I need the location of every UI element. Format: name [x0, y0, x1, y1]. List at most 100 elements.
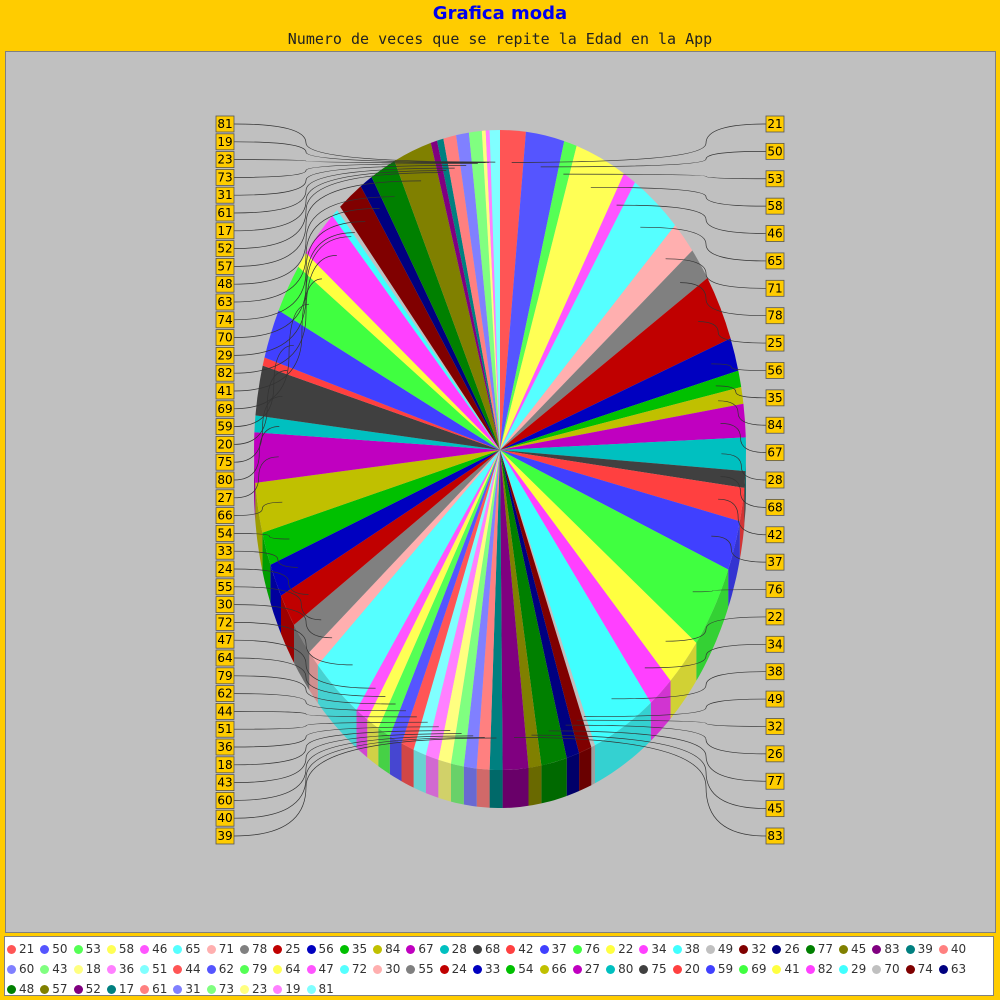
- data-label-30: 30: [217, 598, 232, 612]
- legend-swatch: [40, 965, 50, 974]
- data-label-53: 53: [767, 172, 782, 186]
- legend-item-33: 33: [472, 961, 500, 978]
- legend-swatch: [106, 985, 116, 994]
- pie-side-79: [378, 728, 390, 775]
- legend-label: 62: [218, 962, 234, 976]
- data-label-71: 71: [767, 281, 782, 295]
- legend-item-26: 26: [772, 941, 800, 958]
- legend-label: 29: [851, 962, 867, 976]
- legend-item-72: 72: [339, 961, 367, 978]
- legend-item-57: 57: [40, 981, 68, 998]
- legend-label: 21: [19, 942, 35, 956]
- legend-swatch: [239, 965, 249, 974]
- data-label-37: 37: [767, 555, 782, 569]
- pie-side-49: [591, 745, 595, 786]
- data-label-20: 20: [217, 437, 232, 451]
- legend-swatch: [306, 985, 316, 994]
- legend-item-43: 43: [40, 961, 68, 978]
- pie-side-51: [413, 749, 426, 794]
- legend-item-47: 47: [306, 961, 334, 978]
- legend-item-24: 24: [439, 961, 467, 978]
- legend-swatch: [739, 965, 749, 974]
- legend-label: 84: [385, 942, 401, 956]
- legend-item-19: 19: [273, 981, 301, 998]
- legend-item-17: 17: [106, 981, 134, 998]
- data-label-82: 82: [217, 366, 232, 380]
- data-label-33: 33: [217, 544, 232, 558]
- legend-swatch: [7, 985, 16, 994]
- legend-swatch: [140, 985, 150, 994]
- data-label-72: 72: [217, 615, 232, 629]
- legend-item-29: 29: [839, 961, 866, 978]
- legend-item-80: 80: [606, 961, 633, 978]
- legend-label: 64: [285, 962, 301, 976]
- legend-label: 20: [684, 962, 700, 976]
- legend-swatch: [539, 965, 549, 974]
- legend-swatch: [140, 945, 150, 954]
- legend-swatch: [672, 945, 682, 954]
- legend-label: 53: [85, 942, 101, 956]
- legend-swatch: [106, 965, 116, 974]
- legend-item-66: 66: [539, 961, 567, 978]
- legend-swatch: [805, 965, 815, 974]
- legend-label: 26: [784, 942, 800, 956]
- legend-item-27: 27: [572, 961, 600, 978]
- legend-item-76: 76: [572, 941, 600, 958]
- data-label-59: 59: [217, 420, 232, 434]
- legend-swatch: [539, 945, 549, 954]
- legend-item-35: 35: [339, 941, 367, 958]
- data-label-60: 60: [217, 793, 232, 807]
- pie-side-40: [476, 768, 490, 808]
- data-label-65: 65: [767, 254, 782, 268]
- legend-item-70: 70: [872, 961, 900, 978]
- legend-label: 82: [817, 962, 834, 976]
- legend-item-53: 53: [73, 941, 101, 958]
- legend-label: 32: [751, 942, 767, 956]
- data-label-28: 28: [767, 473, 782, 487]
- data-label-63: 63: [217, 295, 232, 309]
- legend-swatch: [506, 945, 516, 954]
- data-label-69: 69: [217, 402, 232, 416]
- pie-side-26: [566, 753, 580, 796]
- legend-swatch: [206, 945, 216, 954]
- data-label-40: 40: [217, 811, 232, 825]
- legend-swatch: [173, 985, 183, 994]
- legend-item-75: 75: [639, 961, 667, 978]
- legend-item-21: 21: [7, 941, 34, 958]
- legend-label: 68: [484, 942, 501, 956]
- data-label-81: 81: [217, 117, 232, 131]
- data-label-44: 44: [217, 704, 232, 718]
- legend-swatch: [839, 945, 849, 954]
- data-label-41: 41: [217, 384, 232, 398]
- legend-item-37: 37: [539, 941, 567, 958]
- legend-item-73: 73: [206, 981, 234, 998]
- legend-swatch: [306, 945, 316, 954]
- legend-item-79: 79: [239, 961, 268, 978]
- data-label-32: 32: [767, 719, 782, 733]
- legend-label: 70: [884, 962, 900, 976]
- data-label-50: 50: [767, 144, 782, 158]
- data-label-21: 21: [767, 117, 782, 131]
- legend-item-23: 23: [239, 981, 267, 998]
- legend-swatch: [7, 965, 16, 974]
- legend-item-22: 22: [606, 941, 633, 958]
- legend-label: 30: [385, 962, 401, 976]
- legend-swatch: [273, 965, 283, 974]
- legend-swatch: [905, 945, 915, 954]
- legend-swatch: [639, 965, 649, 974]
- legend-label: 79: [251, 962, 268, 976]
- legend-item-44: 44: [173, 961, 201, 978]
- legend-swatch: [839, 965, 849, 974]
- legend-label: 83: [884, 942, 900, 956]
- legend-swatch: [306, 965, 316, 974]
- legend-item-38: 38: [672, 941, 700, 958]
- legend-item-62: 62: [206, 961, 234, 978]
- data-label-49: 49: [767, 692, 782, 706]
- legend-label: 75: [651, 962, 667, 976]
- legend-swatch: [905, 965, 915, 974]
- data-label-76: 76: [767, 583, 782, 597]
- legend-item-69: 69: [739, 961, 766, 978]
- legend-label: 38: [684, 942, 700, 956]
- pie-side-32: [579, 747, 592, 791]
- data-label-17: 17: [217, 224, 232, 238]
